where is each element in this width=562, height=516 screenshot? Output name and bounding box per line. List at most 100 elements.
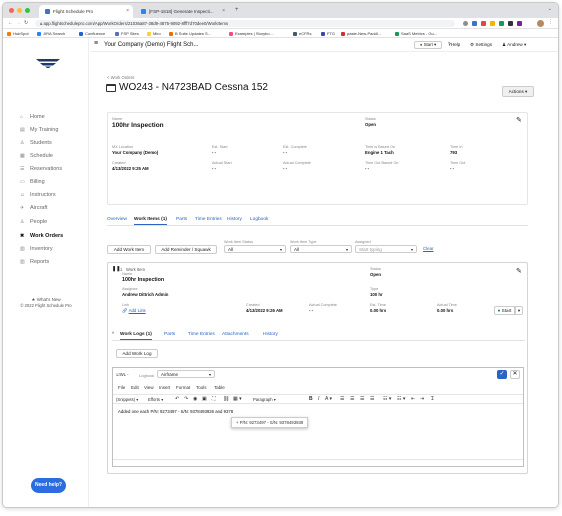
user-menu[interactable]: ♟ Andrew ▾ [502,42,526,48]
fullscreen-icon[interactable]: ⛶ [212,396,216,402]
bold-icon[interactable]: B [309,396,313,402]
status-filter-select[interactable]: All ▾ [224,245,286,253]
subtab-history[interactable]: History [263,332,278,337]
tab-overview[interactable]: Overview [107,217,127,222]
tab-logbook[interactable]: Logbook [250,217,268,222]
outdent-icon[interactable]: ⇤ [411,396,415,402]
sidebar-item-billing[interactable]: ▭ Billing [20,179,45,185]
paragraph-select[interactable]: Paragraph ▾ [253,397,276,402]
save-log-button[interactable]: ✓ [497,370,507,379]
bookmark-item[interactable]: Confluence [79,31,105,36]
breadcrumb[interactable]: < Work Orders [107,75,134,80]
back-icon[interactable]: ← [8,20,13,26]
tab-work-items-1[interactable]: Work Items (1) [134,217,167,225]
bookmark-item[interactable]: eCFRs [293,31,311,36]
extension-icon[interactable] [463,21,468,26]
bookmark-item[interactable]: SaaS Metrics - Gu... [395,31,437,36]
print-icon[interactable]: ▣ [202,396,207,402]
url-input[interactable]: 🔒︎ app.flightschedulepro.com/App/WorkOrd… [35,20,455,27]
extension-icon[interactable] [472,21,477,26]
editor-menu-format[interactable]: Format [176,385,190,390]
editor-text-area[interactable]: Added one each P/N: 9273497 - S/N: 93784… [118,409,233,414]
snippets-select[interactable]: (Snippets) ▾ [116,397,138,402]
minimize-window-button[interactable] [17,8,22,13]
tab-history[interactable]: History [227,217,242,222]
editor-menu-view[interactable]: View [144,385,154,390]
indent-icon[interactable]: ⇥ [420,396,424,402]
efforts-select[interactable]: Efforts ▾ [148,397,163,402]
editor-menu-insert[interactable]: Insert [159,385,170,390]
align-left-icon[interactable]: ☰ [340,396,344,402]
fsp-logo[interactable] [35,58,61,68]
browser-tab[interactable]: Flight Schedule Pro × [39,5,133,18]
editor-menu-tools[interactable]: Tools [196,385,207,390]
extension-icon[interactable] [499,21,504,26]
subtab-parts[interactable]: Parts [164,332,175,337]
company-name[interactable]: Your Company (Demo) Flight Sch... [104,42,198,48]
sidebar-item-inventory[interactable]: ▥ Inventory [20,246,53,252]
sidebar-item-students[interactable]: ♙ Students [20,140,52,146]
sidebar-item-my-training[interactable]: ▤ My Training [20,127,58,133]
logbook-select[interactable]: Airframe ▾ [157,370,215,378]
sidebar-item-reservations[interactable]: ☰ Reservations [20,166,62,172]
preview-icon[interactable]: ◉ [193,396,197,402]
collapse-icon[interactable]: ^ [112,332,114,337]
tab-time-entries[interactable]: Time Entries [195,217,222,222]
reload-icon[interactable]: ↻ [24,20,28,26]
profile-avatar[interactable] [537,20,544,27]
hamburger-menu-icon[interactable]: ≡ [94,40,98,47]
sidebar-item-work-orders[interactable]: ✖ Work Orders [20,233,63,239]
type-filter-select[interactable]: All ▾ [290,245,352,253]
edit-pencil-icon[interactable]: ✎ [516,267,522,275]
clear-filters-link[interactable]: Clear [423,246,434,251]
sidebar-item-reports[interactable]: ▥ Reports [20,259,49,265]
assigned-filter-input[interactable]: Start typing ▾ [355,245,417,253]
editor-menu-edit[interactable]: Edit [131,385,139,390]
sidebar-item-schedule[interactable]: ▦ Schedule [20,153,53,159]
start-menu-button[interactable]: ● Start ▾ [414,41,442,49]
close-window-button[interactable] [9,8,14,13]
add-work-item-button[interactable]: Add Work Item [107,245,151,254]
extension-icon[interactable] [508,21,513,26]
actions-button[interactable]: Actions ▾ [502,86,534,97]
cancel-log-button[interactable]: ✕ [510,370,520,379]
text-color-icon[interactable]: A ▾ [325,396,332,402]
bookmark-item[interactable]: HubSpot [7,31,29,36]
start-work-item-button[interactable]: ● Start [494,306,515,315]
clear-format-icon[interactable]: Ɪ [431,396,434,402]
bookmark-item[interactable]: FSP Sites [115,31,139,36]
bookmark-item[interactable]: B Suite Updates S... [169,31,211,36]
need-help-button[interactable]: Need help? [31,478,66,493]
sidebar-item-aircraft[interactable]: ✈ Aircraft [20,205,47,211]
zoom-window-button[interactable] [25,8,30,13]
link-icon[interactable]: ⛓ [223,396,229,402]
extension-icon[interactable] [490,21,495,26]
close-tab-icon[interactable]: × [222,8,225,14]
extension-icon[interactable] [517,21,522,26]
extension-icon[interactable] [481,21,486,26]
bookmark-item[interactable]: JIRA Search [37,31,65,36]
editor-menu-table[interactable]: Table [214,385,225,390]
align-center-icon[interactable]: ☰ [350,396,354,402]
settings-link[interactable]: ⚙ Settings [470,42,492,48]
forward-icon[interactable]: → [16,20,21,26]
autocomplete-suggestion[interactable]: + P/N: 9273497 - S/N: 9378493939 [231,417,309,428]
subtab-work-logs-1[interactable]: Work Logs (1) [120,332,152,340]
sidebar-item-people[interactable]: ♙ People [20,219,47,225]
browser-menu-icon[interactable]: ⋮ [548,19,553,25]
tab-search-icon[interactable]: ⌄ [548,6,552,12]
bookmark-item[interactable]: Examples | Storybo... [229,31,273,36]
add-reminder-button[interactable]: Add Reminder / Squawk [155,245,217,254]
edit-pencil-icon[interactable]: ✎ [516,116,522,124]
table-icon[interactable]: ▦ ▾ [233,396,242,402]
subtab-attachments[interactable]: Attachments [222,332,249,337]
add-work-log-button[interactable]: Add Work Log [116,349,158,358]
undo-icon[interactable]: ↶ [175,396,179,402]
align-right-icon[interactable]: ☰ [360,396,364,402]
help-link[interactable]: ❓︎Help [448,42,460,47]
bookmark-item[interactable]: paste-New-Paddl... [341,31,381,36]
sidebar-item-home[interactable]: ⌂ Home [20,114,45,120]
sidebar-item-instructors[interactable]: ☺ Instructors [20,192,56,198]
new-tab-button[interactable]: + [235,7,239,13]
subtab-time-entries[interactable]: Time Entries [188,332,215,337]
